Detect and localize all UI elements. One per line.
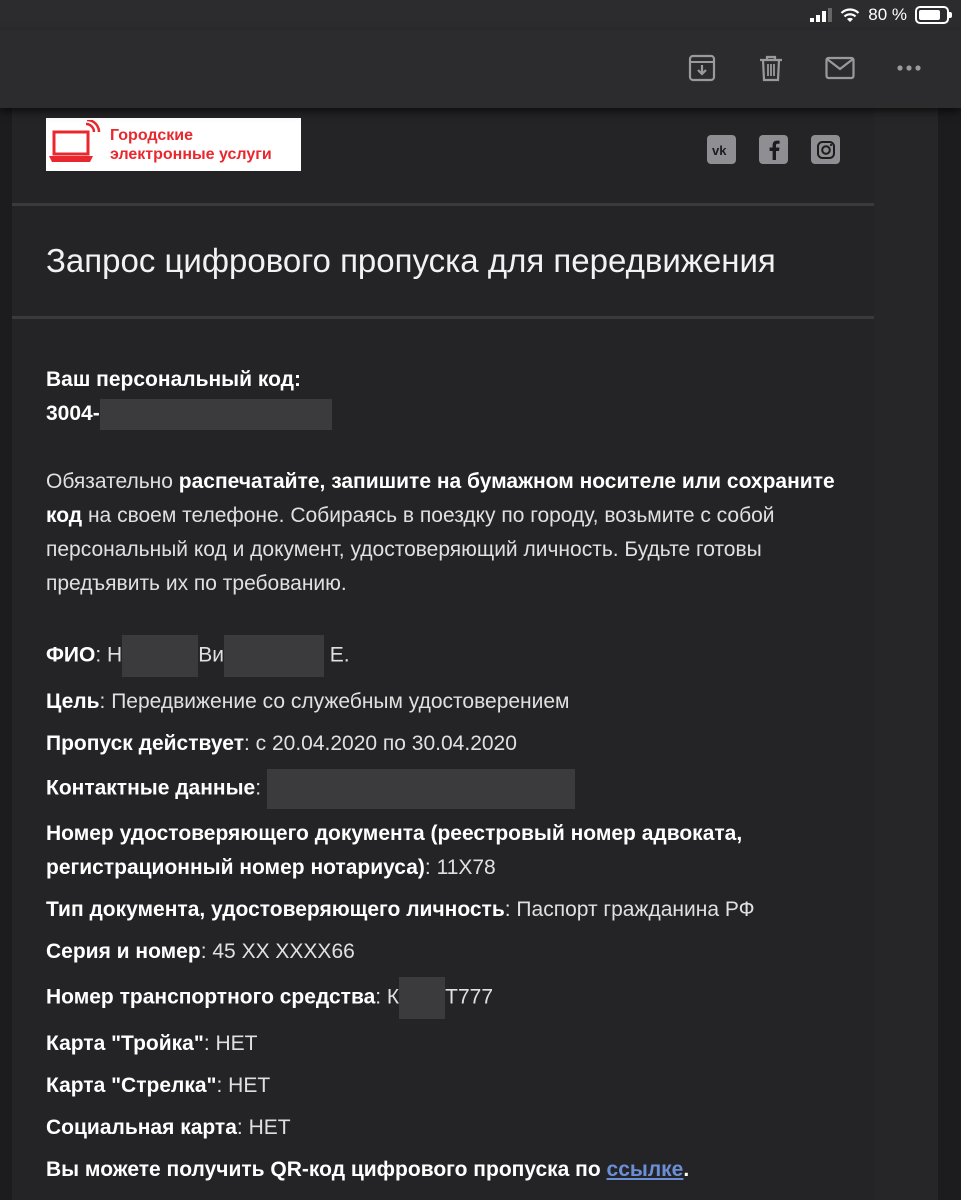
mail-toolbar bbox=[0, 30, 961, 108]
email-body: Городские электронные услуги vk Запрос ц… bbox=[12, 108, 874, 1200]
goal-value: : Передвижение со служебным удостоверени… bbox=[99, 690, 570, 713]
svg-text:vk: vk bbox=[712, 144, 727, 156]
vehicle-value-part: : К bbox=[375, 985, 400, 1009]
troika-value: : НЕТ bbox=[203, 1032, 258, 1055]
mail-icon bbox=[825, 56, 855, 80]
mail-button[interactable] bbox=[824, 52, 856, 84]
qr-text: Вы можете получить QR-код цифрового проп… bbox=[46, 1158, 607, 1181]
code-label: Ваш персональный код: bbox=[46, 368, 301, 391]
logo-text: Городские электронные услуги bbox=[110, 126, 272, 164]
doctype-value: : Паспорт гражданина РФ bbox=[504, 898, 755, 921]
fio-value-part: Е. bbox=[323, 643, 350, 667]
series-value: : 45 ХХ ХХХХ66 bbox=[200, 940, 355, 963]
social-card-label: Социальная карта bbox=[46, 1116, 237, 1139]
redacted-block bbox=[266, 769, 575, 809]
field-qr: Вы можете получить QR-код цифрового проп… bbox=[46, 1153, 846, 1187]
battery-level bbox=[919, 10, 940, 20]
code-row: 3004- bbox=[46, 397, 846, 431]
laptop-icon bbox=[49, 120, 101, 162]
goal-label: Цель bbox=[46, 690, 100, 713]
contacts-label: Контактные данные bbox=[46, 776, 256, 800]
valid-value: : с 20.04.2020 по 30.04.2020 bbox=[243, 732, 517, 755]
docnum-label: Номер удостоверяющего документа (реестро… bbox=[46, 822, 743, 879]
strelka-label: Карта "Стрелка" bbox=[46, 1074, 217, 1097]
contacts-value: : bbox=[255, 776, 262, 800]
series-label: Серия и номер bbox=[46, 940, 201, 963]
redacted-block bbox=[122, 635, 199, 677]
title-section: Запрос цифрового пропуска для передвижен… bbox=[12, 206, 874, 319]
field-vehicle: Номер транспортного средства: К Т777 bbox=[46, 977, 846, 1019]
field-troika: Карта "Тройка": НЕТ bbox=[46, 1027, 846, 1061]
qr-link[interactable]: ссылке bbox=[607, 1158, 684, 1181]
field-docnum: Номер удостоверяющего документа (реестро… bbox=[46, 817, 846, 885]
email-content: Ваш персональный код: 3004- Обязательно … bbox=[46, 363, 846, 1195]
qr-text-end: . bbox=[683, 1158, 690, 1181]
status-indicators: 80 % bbox=[810, 4, 952, 26]
email-title: Запрос цифрового пропуска для передвижен… bbox=[46, 242, 776, 279]
instructions-text: Обязательно bbox=[46, 470, 179, 493]
code-value: 3004- bbox=[46, 402, 100, 425]
instructions-paragraph: Обязательно распечатайте, запишите на бу… bbox=[46, 465, 846, 601]
archive-icon bbox=[688, 54, 716, 82]
email-header: Городские электронные услуги vk bbox=[12, 108, 874, 206]
vehicle-value-part: Т777 bbox=[445, 985, 494, 1009]
field-doctype: Тип документа, удостоверяющего личность:… bbox=[46, 893, 846, 927]
field-social-card: Социальная карта: НЕТ bbox=[46, 1111, 846, 1145]
social-links: vk bbox=[707, 135, 840, 164]
field-valid: Пропуск действует: с 20.04.2020 по 30.04… bbox=[46, 727, 846, 761]
logo-line-1: Городские bbox=[110, 126, 193, 144]
redacted-block bbox=[399, 977, 446, 1019]
fio-value-part: : Н bbox=[95, 643, 123, 667]
more-icon bbox=[897, 65, 921, 71]
field-series: Серия и номер: 45 ХХ ХХХХ66 bbox=[46, 935, 846, 969]
vk-icon[interactable]: vk bbox=[707, 135, 736, 164]
email-viewport: Городские электронные услуги vk Запрос ц… bbox=[0, 108, 961, 1200]
field-fio: ФИО: Н Ви Е. bbox=[46, 635, 846, 677]
redacted-block bbox=[99, 398, 332, 430]
field-strelka: Карта "Стрелка": НЕТ bbox=[46, 1069, 846, 1103]
field-contacts: Контактные данные: bbox=[46, 769, 846, 809]
side-strip bbox=[874, 108, 938, 1200]
docnum-value: : 11Х78 bbox=[424, 856, 496, 879]
trash-icon bbox=[760, 55, 782, 82]
redacted-block bbox=[223, 635, 324, 677]
status-bar: 80 % bbox=[0, 0, 961, 30]
troika-label: Карта "Тройка" bbox=[46, 1032, 204, 1055]
more-button[interactable] bbox=[893, 52, 925, 84]
facebook-icon[interactable] bbox=[759, 135, 788, 164]
strelka-value: : НЕТ bbox=[216, 1074, 271, 1097]
field-goal: Цель: Передвижение со служебным удостове… bbox=[46, 685, 846, 719]
logo-line-2: электронные услуги bbox=[110, 145, 272, 163]
archive-button[interactable] bbox=[686, 52, 718, 84]
instagram-icon[interactable] bbox=[811, 135, 840, 164]
valid-label: Пропуск действует bbox=[46, 732, 244, 755]
signal-icon bbox=[810, 8, 833, 22]
logo[interactable]: Городские электронные услуги bbox=[46, 118, 301, 171]
doctype-label: Тип документа, удостоверяющего личность bbox=[46, 898, 505, 921]
vehicle-label: Номер транспортного средства bbox=[46, 985, 376, 1009]
trash-button[interactable] bbox=[755, 52, 787, 84]
social-card-value: : НЕТ bbox=[236, 1116, 291, 1139]
wifi-icon bbox=[840, 7, 860, 22]
battery-icon bbox=[915, 6, 952, 24]
battery-percent: 80 % bbox=[868, 5, 907, 24]
fio-value-part: Ви bbox=[198, 643, 224, 667]
instructions-text-cont: на своем телефоне. Собираясь в поездку п… bbox=[46, 504, 775, 595]
fio-label: ФИО bbox=[46, 643, 96, 667]
